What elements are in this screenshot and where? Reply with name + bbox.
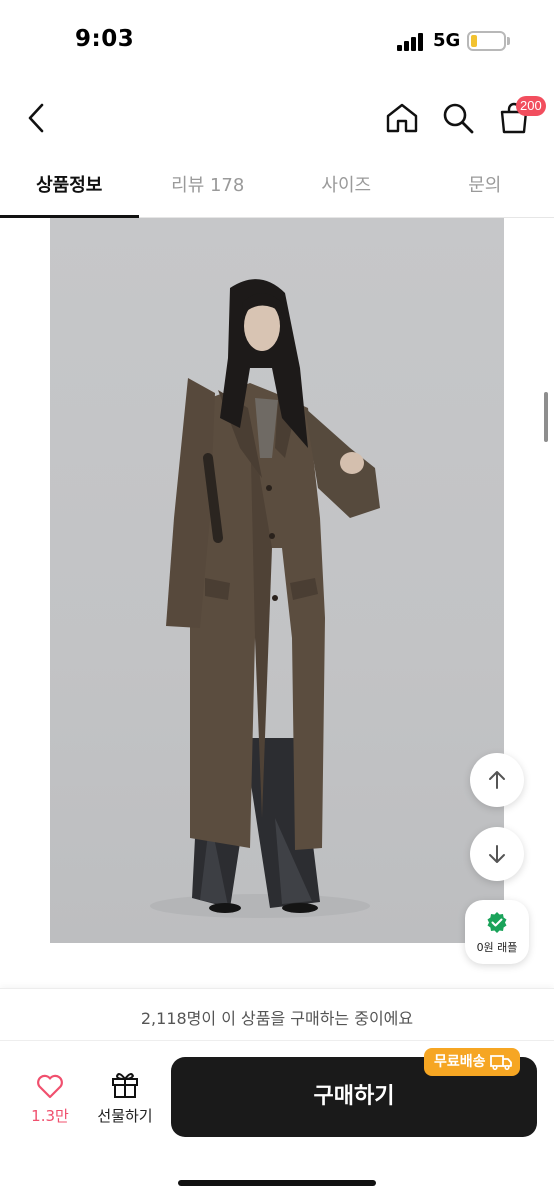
truck-icon: [489, 1055, 512, 1070]
buyers-notice-text: 2,118명이 이 상품을 구매하는 중이에요: [140, 1009, 414, 1028]
status-time: 9:03: [75, 26, 135, 52]
scroll-up-button[interactable]: [470, 753, 524, 807]
home-icon: [386, 103, 418, 133]
home-button[interactable]: [380, 96, 424, 140]
tab-size[interactable]: 사이즈: [277, 158, 416, 217]
tab-product-info[interactable]: 상품정보: [0, 158, 139, 218]
back-button[interactable]: [16, 96, 56, 140]
raffle-button[interactable]: 0원 래플: [465, 900, 529, 964]
chevron-left-icon: [28, 103, 44, 133]
status-bar: 9:03 5G: [0, 0, 554, 80]
free-shipping-label: 무료배송: [434, 1054, 486, 1070]
check-badge-icon: [487, 912, 507, 933]
heart-icon: [37, 1074, 63, 1099]
network-type: 5G: [433, 30, 461, 51]
product-photo-illustration: [150, 279, 380, 918]
cart-badge: 200: [516, 96, 546, 116]
battery-level: [471, 35, 477, 47]
arrow-up-icon: [489, 771, 505, 789]
nav-bar: [0, 80, 554, 156]
home-indicator: [178, 1180, 376, 1186]
product-image[interactable]: [50, 218, 504, 943]
search-button[interactable]: [436, 96, 480, 140]
battery-icon: [467, 31, 506, 51]
gift-icon: [112, 1073, 138, 1098]
tab-reviews[interactable]: 리뷰 178: [139, 158, 278, 217]
free-shipping-badge: 무료배송: [424, 1048, 520, 1076]
raffle-label: 0원 래플: [476, 941, 518, 954]
signal-icon: [397, 33, 427, 51]
like-button[interactable]: 1.3만: [22, 1071, 78, 1131]
gift-label: 선물하기: [97, 1107, 153, 1125]
tab-inquiry[interactable]: 문의: [416, 158, 554, 217]
arrow-down-icon: [489, 845, 505, 863]
like-count: 1.3만: [31, 1107, 69, 1125]
tab-bar: 상품정보 리뷰 178 사이즈 문의: [0, 158, 554, 218]
search-icon: [443, 103, 474, 134]
battery-cap: [507, 37, 510, 45]
gift-button[interactable]: 선물하기: [90, 1069, 160, 1131]
scroll-down-button[interactable]: [470, 827, 524, 881]
buyers-notice-bar: 2,118명이 이 상품을 구매하는 중이에요: [0, 988, 554, 1040]
scroll-indicator[interactable]: [544, 392, 548, 442]
